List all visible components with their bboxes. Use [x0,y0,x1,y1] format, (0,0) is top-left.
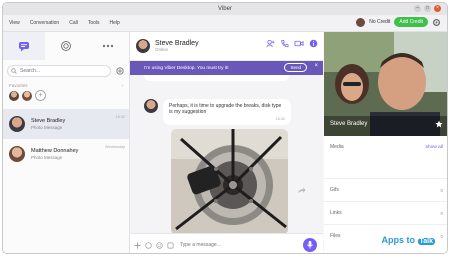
chat-date: Wednesday [105,145,125,149]
gifs-label: Gifs [330,187,339,193]
add-credit-button[interactable]: Add Credit [394,17,428,27]
chat-preview: Photo Message [31,125,63,130]
favorites-toggle[interactable]: › [122,83,124,88]
plus-icon[interactable] [134,241,141,249]
watermark-text: Apps to [381,235,415,245]
emoji-icon[interactable] [156,241,163,249]
photo-message[interactable] [171,129,288,235]
sticker-icon[interactable] [167,242,174,249]
menu-help[interactable]: Help [110,20,120,26]
message-row: Perhaps, it is time to upgrade the break… [144,99,291,125]
tab-public-accounts[interactable] [45,32,87,60]
watermark: Apps to Talk [381,235,435,245]
title-bar: Viber – □ × [3,3,447,15]
new-chat-icon[interactable] [115,66,125,76]
message-bubble[interactable]: Perhaps, it is time to upgrade the break… [163,99,291,125]
account-area: No Credit Add Credit [356,17,441,27]
forward-icon[interactable] [297,187,306,194]
tab-more[interactable] [87,32,129,60]
search-input[interactable] [17,68,100,74]
conversation-pane: Steve Bradley Online I'm using Viber Des… [130,32,323,253]
video-call-icon[interactable] [294,39,304,48]
add-participant-icon[interactable] [266,39,275,48]
message-avatar[interactable] [144,99,158,113]
chat-preview: Photo Message [31,155,63,160]
info-icon[interactable] [309,39,318,48]
header-avatar[interactable] [136,39,150,53]
conversation-header: Steve Bradley Online [130,32,323,61]
add-favorite-button[interactable]: + [35,90,46,101]
chat-list-item-steve[interactable]: Steve Bradley Photo Message 18:32 [3,109,129,139]
favorites-header: Favorites › [3,78,129,90]
search-box [7,65,111,77]
gear-icon[interactable] [432,18,441,27]
favorite-avatar-1[interactable] [9,90,19,101]
gifs-count: 0 [440,187,443,193]
menu-tools[interactable]: Tools [88,20,100,26]
sidebar-tabs [3,32,129,60]
window-title: Viber [218,6,232,12]
menu-conversation[interactable]: Conversation [30,20,59,26]
files-label: Files [330,233,341,239]
banner-text: I'm using Viber Desktop. You must try it… [144,65,229,71]
window-controls: – □ × [414,5,441,12]
chat-name: Steve Bradley [31,118,66,124]
files-count: 0 [440,233,443,239]
gif-icon[interactable] [145,241,152,249]
sidebar: Favorites › + Steve Bradley Photo Messag… [3,32,130,253]
header-actions [266,39,318,48]
user-avatar[interactable] [356,17,366,27]
show-all-link[interactable]: show all [426,145,443,150]
maximize-button[interactable]: □ [424,5,431,12]
links-count: 0 [440,210,443,216]
links-label: Links [330,210,342,216]
compose-bar [130,233,323,253]
tab-chats[interactable] [3,32,45,60]
minimize-button[interactable]: – [414,5,421,12]
chat-list-item-matthew[interactable]: Matthew Donnahey Photo Message Wednesday [3,139,129,169]
watermark-badge: Talk [417,238,435,245]
message-text: Perhaps, it is time to upgrade the break… [169,103,282,115]
app-window: Viber – □ × View Conversation Call Tools… [2,2,448,254]
credit-label: No Credit [369,19,391,25]
close-button[interactable]: × [434,5,441,12]
favorite-avatar-2[interactable] [22,90,32,101]
links-row[interactable]: Links 0 [324,201,447,224]
chat-date: 18:32 [115,115,125,119]
media-label: Media [330,144,344,150]
menu-bar: View Conversation Call Tools Help No Cre… [3,15,447,32]
public-accounts-icon [61,41,71,51]
contact-photo: Steve Bradley [324,32,447,136]
chat-bubble-icon [19,41,29,51]
contact-avatar [9,146,25,162]
message-time: 18:32 [275,117,285,121]
phone-icon[interactable] [280,39,289,48]
header-contact-name: Steve Bradley [155,40,199,47]
header-status: Online [155,47,169,52]
menu-call[interactable]: Call [69,20,78,26]
microphone-icon [306,241,314,249]
message-input[interactable] [178,241,292,249]
bicycle-brake-photo [171,129,288,235]
star-icon[interactable] [435,120,443,128]
menu-view[interactable]: View [9,20,20,26]
voice-message-button[interactable] [303,238,317,252]
chat-name: Matthew Donnahey [31,148,79,154]
favorites-list: + [3,90,129,101]
banner-close-button[interactable]: × [314,63,318,69]
search-row [3,64,129,78]
invite-banner: I'm using Viber Desktop. You must try it… [130,61,323,75]
more-icon [102,44,114,48]
banner-send-button[interactable]: Send [284,63,307,72]
contact-avatar [9,116,25,132]
contact-info-panel: Steve Bradley Media show all Gifs 0 Link… [324,32,447,253]
profile-name: Steve Bradley [330,121,368,127]
gifs-row[interactable]: Gifs 0 [324,178,447,201]
favorites-label: Favorites [9,83,28,88]
previous-message-bubble [144,75,289,81]
